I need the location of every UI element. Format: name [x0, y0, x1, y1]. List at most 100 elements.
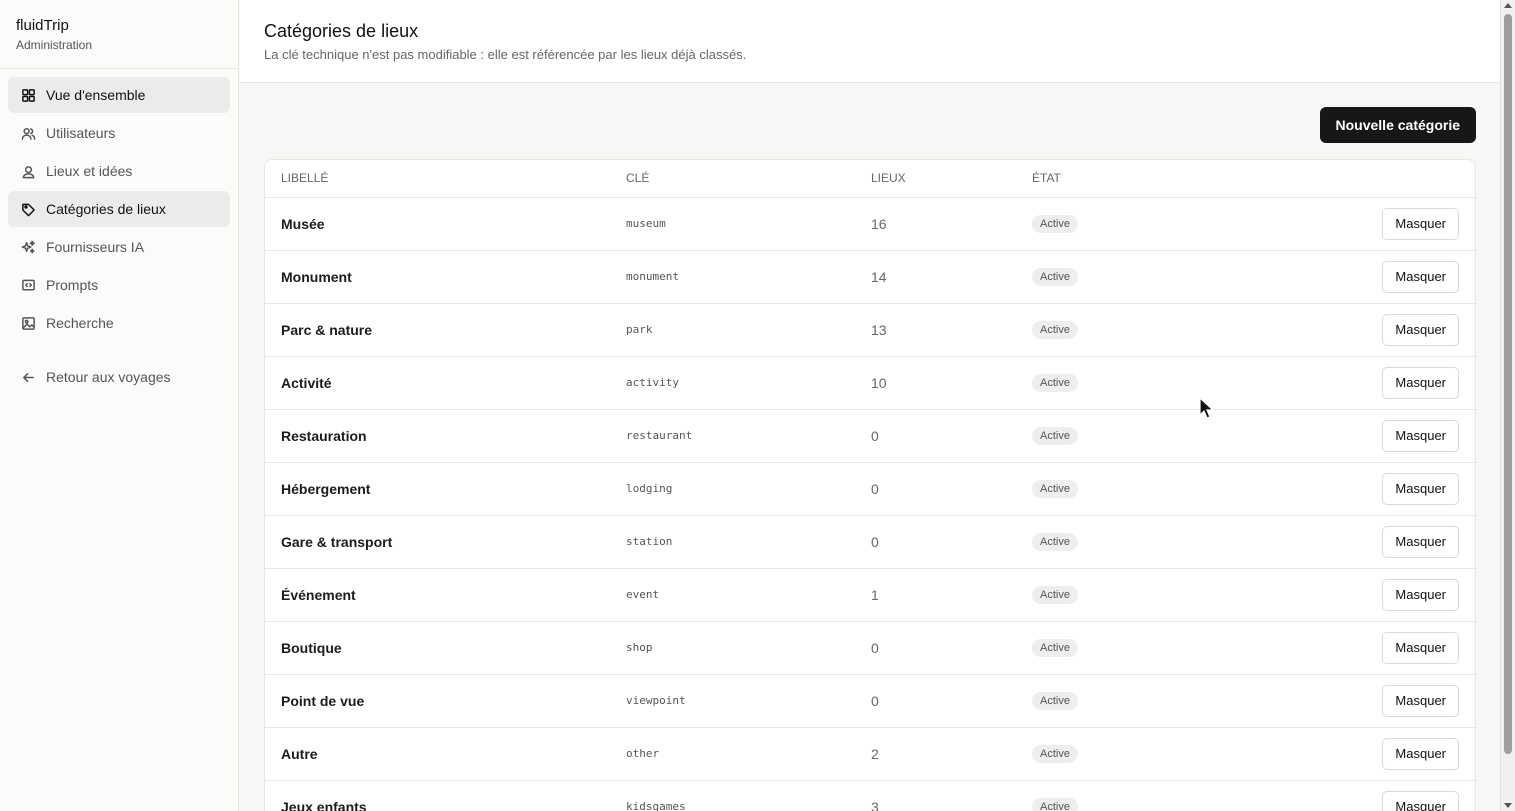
column-header-key: Clé — [610, 160, 855, 198]
category-state-cell: Active — [1016, 409, 1316, 463]
category-key: station — [610, 515, 855, 569]
image-search-icon — [20, 315, 36, 331]
message-code-icon — [20, 277, 36, 293]
sidebar-nav: Vue d'ensemble Utilisateurs Lieux et idé… — [0, 69, 238, 395]
sidebar-item-ai-providers[interactable]: Fournisseurs IA — [8, 229, 230, 265]
category-key: monument — [610, 250, 855, 304]
status-badge: Active — [1032, 215, 1078, 233]
sidebar-item-places[interactable]: Lieux et idées — [8, 153, 230, 189]
category-key: shop — [610, 621, 855, 675]
back-to-trips-label: Retour aux voyages — [46, 369, 171, 385]
category-state-cell: Active — [1016, 621, 1316, 675]
category-label: Monument — [265, 250, 610, 304]
category-action-cell: Masquer — [1316, 780, 1475, 811]
sidebar-item-search[interactable]: Recherche — [8, 305, 230, 341]
category-count: 14 — [855, 250, 1016, 304]
category-count: 3 — [855, 780, 1016, 811]
category-count: 10 — [855, 356, 1016, 410]
category-label: Hébergement — [265, 462, 610, 516]
category-state-cell: Active — [1016, 568, 1316, 622]
page-scrollbar[interactable] — [1500, 0, 1515, 811]
table-body: Musée museum 16 Active Masquer Monument monum… — [265, 197, 1475, 811]
category-label: Musée — [265, 197, 610, 251]
table-row: Autre other 2 Active Masquer — [265, 727, 1475, 781]
sidebar-item-label: Recherche — [46, 315, 114, 331]
sidebar-item-label: Fournisseurs IA — [46, 239, 145, 255]
sidebar-item-label: Utilisateurs — [46, 125, 116, 141]
category-count: 1 — [855, 568, 1016, 622]
category-label: Activité — [265, 356, 610, 410]
column-header-label: Libellé — [265, 160, 610, 198]
table-row: Boutique shop 0 Active Masquer — [265, 621, 1475, 675]
category-key: event — [610, 568, 855, 622]
status-badge: Active — [1032, 745, 1078, 763]
category-key: kidsgames — [610, 780, 855, 811]
category-count: 13 — [855, 303, 1016, 357]
status-badge: Active — [1032, 480, 1078, 498]
category-count: 0 — [855, 409, 1016, 463]
brand: fluidTrip Administration — [0, 0, 238, 69]
page-header: Catégories de lieux La clé technique n'e… — [240, 0, 1500, 83]
category-label: Boutique — [265, 621, 610, 675]
category-action-cell: Masquer — [1316, 621, 1475, 675]
sidebar-item-overview[interactable]: Vue d'ensemble — [8, 77, 230, 113]
category-state-cell: Active — [1016, 674, 1316, 728]
status-badge: Active — [1032, 533, 1078, 551]
hide-button[interactable]: Masquer — [1382, 207, 1459, 240]
sidebar-item-prompts[interactable]: Prompts — [8, 267, 230, 303]
category-action-cell: Masquer — [1316, 409, 1475, 463]
map-pin-icon — [20, 163, 36, 179]
category-label: Point de vue — [265, 674, 610, 728]
category-action-cell: Masquer — [1316, 250, 1475, 304]
table-row: Activité activity 10 Active Masquer — [265, 356, 1475, 410]
hide-button[interactable]: Masquer — [1382, 313, 1459, 346]
category-label: Jeux enfants — [265, 780, 610, 811]
hide-button[interactable]: Masquer — [1382, 684, 1459, 717]
column-header-count: Lieux — [855, 160, 1016, 198]
hide-button[interactable]: Masquer — [1382, 260, 1459, 293]
category-label: Restauration — [265, 409, 610, 463]
scrollbar-thumb[interactable] — [1504, 14, 1512, 754]
page-title: Catégories de lieux — [264, 21, 419, 41]
category-key: park — [610, 303, 855, 357]
table-row: Point de vue viewpoint 0 Active Masquer — [265, 674, 1475, 728]
scroll-down-arrow-icon[interactable] — [1504, 803, 1512, 808]
category-key: lodging — [610, 462, 855, 516]
table-row: Gare & transport station 0 Active Masquer — [265, 515, 1475, 569]
category-state-cell: Active — [1016, 462, 1316, 516]
status-badge: Active — [1032, 586, 1078, 604]
scroll-up-arrow-icon[interactable] — [1504, 3, 1512, 8]
hide-button[interactable]: Masquer — [1382, 472, 1459, 505]
hide-button[interactable]: Masquer — [1382, 790, 1459, 811]
table-row: Événement event 1 Active Masquer — [265, 568, 1475, 622]
category-action-cell: Masquer — [1316, 674, 1475, 728]
category-count: 0 — [855, 621, 1016, 675]
sidebar-item-label: Catégories de lieux — [46, 201, 166, 217]
sidebar-item-categories[interactable]: Catégories de lieux — [8, 191, 230, 227]
hide-button[interactable]: Masquer — [1382, 419, 1459, 452]
new-category-button[interactable]: Nouvelle catégorie — [1319, 107, 1476, 143]
category-action-cell: Masquer — [1316, 303, 1475, 357]
back-to-trips-link[interactable]: Retour aux voyages — [8, 359, 230, 395]
category-state-cell: Active — [1016, 197, 1316, 251]
sidebar: fluidTrip Administration Vue d'ensemble … — [0, 0, 239, 811]
category-label: Gare & transport — [265, 515, 610, 569]
toolbar: Nouvelle catégorie — [1319, 107, 1476, 143]
tag-icon — [20, 201, 36, 217]
brand-subtitle: Administration — [16, 38, 93, 52]
category-count: 0 — [855, 515, 1016, 569]
hide-button[interactable]: Masquer — [1382, 366, 1459, 399]
table-header-row: Libellé Clé Lieux État — [265, 160, 1475, 198]
hide-button[interactable]: Masquer — [1382, 525, 1459, 558]
hide-button[interactable]: Masquer — [1382, 578, 1459, 611]
hide-button[interactable]: Masquer — [1382, 737, 1459, 770]
category-label: Autre — [265, 727, 610, 781]
category-state-cell: Active — [1016, 727, 1316, 781]
category-count: 2 — [855, 727, 1016, 781]
grid-icon — [20, 87, 36, 103]
sidebar-item-users[interactable]: Utilisateurs — [8, 115, 230, 151]
categories-table-card: Libellé Clé Lieux État Musée museum 16 Acti… — [264, 159, 1476, 811]
table-row: Musée museum 16 Active Masquer — [265, 197, 1475, 251]
hide-button[interactable]: Masquer — [1382, 631, 1459, 664]
